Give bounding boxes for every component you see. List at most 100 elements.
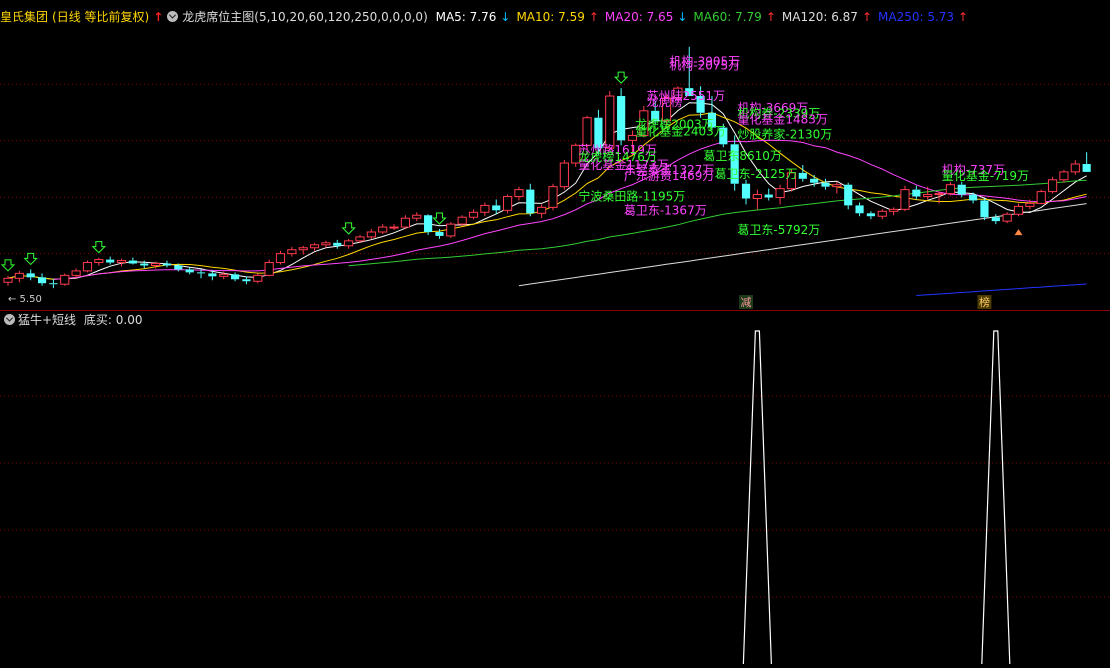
- candle-body: [1002, 213, 1012, 222]
- stock-name[interactable]: 皇氏集团: [0, 10, 48, 24]
- ma-legend-item: MA60: 7.79: [693, 10, 762, 24]
- candle-body: [321, 242, 331, 246]
- candle: [866, 211, 876, 220]
- candle: [502, 194, 513, 214]
- candle-body: [162, 263, 172, 266]
- ma-trend-arrow-icon: ↑: [588, 10, 599, 24]
- candle: [457, 215, 467, 227]
- main-chart-header: 皇氏集团 (日线 等比前复权) ↑ 龙虎席位主图(5,10,20,60,120,250…: [0, 7, 1110, 27]
- candle: [548, 183, 558, 211]
- candle: [1002, 212, 1012, 224]
- candle-body: [559, 162, 569, 188]
- candle-body: [526, 189, 535, 214]
- candle: [287, 246, 297, 257]
- sub-indicator-value: 底买: 0.00: [83, 313, 143, 327]
- candle: [855, 202, 864, 217]
- event-badge: 榜: [979, 295, 990, 309]
- candle: [945, 181, 955, 196]
- candle-body: [298, 247, 308, 251]
- candle-body: [810, 178, 819, 183]
- candle-body: [185, 269, 194, 273]
- candle: [389, 224, 399, 231]
- candle: [1047, 176, 1058, 194]
- candle: [162, 260, 172, 268]
- candle: [900, 185, 910, 212]
- candle: [980, 198, 989, 221]
- candle-body: [94, 259, 104, 264]
- ma-legend-item: MA20: 7.65: [604, 10, 674, 24]
- candle-body: [617, 96, 626, 141]
- candle: [526, 183, 535, 217]
- candle-body: [934, 193, 944, 196]
- candle-body: [287, 249, 297, 255]
- candle: [912, 185, 921, 200]
- longhu-annotation: 葛卫东-5792万: [737, 223, 820, 237]
- candle: [128, 257, 137, 265]
- candle-body: [468, 211, 479, 218]
- indicator-title[interactable]: 龙虎席位主图(5,10,20,60,120,250,0,0,0,0): [182, 10, 428, 24]
- buy-arrow-icon: [432, 212, 447, 225]
- candle-body: [333, 242, 342, 246]
- candle-body: [752, 194, 762, 199]
- candle-body: [957, 184, 966, 195]
- longhu-annotation: 葛卫东-1367万: [624, 203, 707, 217]
- sub-chart-panel[interactable]: [0, 329, 1110, 665]
- candle: [230, 272, 240, 282]
- sub-indicator-dropdown-icon[interactable]: [4, 314, 15, 325]
- ma-legend-item: MA5: 7.76: [435, 10, 497, 24]
- longhu-annotation: 葛卫东-2125万: [715, 167, 798, 181]
- ma-trend-arrow-icon: ↓: [500, 10, 511, 24]
- buy-arrow-icon: [0, 259, 16, 272]
- signal-spike: [981, 330, 1011, 665]
- candle-body: [832, 184, 842, 188]
- candle: [26, 269, 35, 281]
- candle: [877, 209, 887, 220]
- candle-body: [275, 253, 286, 264]
- candle-body: [969, 194, 978, 201]
- event-triangle-icon: [1014, 229, 1023, 236]
- main-chart-panel[interactable]: ← 5.50 苏州陆2551万 龙虎榜 机构-3905万 机构-2075万 龙虎榜2003…: [0, 28, 1110, 310]
- ma-trend-arrow-icon: ↑: [861, 10, 872, 24]
- candle-body: [889, 208, 899, 212]
- candle: [559, 160, 569, 190]
- candle: [185, 267, 194, 275]
- candle: [1070, 160, 1080, 175]
- indicator-dropdown-icon[interactable]: [167, 11, 179, 22]
- candle-body: [378, 226, 388, 233]
- ma5-line: [7, 102, 1087, 280]
- candle-body: [1082, 164, 1091, 172]
- buy-arrow-icon: [23, 252, 38, 266]
- candle-body: [116, 260, 127, 264]
- candle: [1013, 203, 1024, 217]
- candle-body: [912, 189, 921, 197]
- candle-body: [991, 217, 1000, 222]
- period-tab-bar[interactable]: 分时 1分钟 5分钟 15分钟 30分钟 60分钟 日线 周线 月线 45分钟 …: [0, 0, 1110, 6]
- candle-body: [764, 194, 773, 198]
- candle: [49, 279, 58, 289]
- candle-body: [582, 117, 592, 146]
- candle-body: [900, 189, 910, 210]
- candle: [752, 189, 762, 210]
- ma-legend-item: MA250: 5.73: [878, 10, 955, 24]
- period-label: (日线 等比前复权): [52, 10, 150, 24]
- candle: [378, 224, 388, 234]
- candle-body: [37, 277, 47, 284]
- candle-body: [775, 188, 785, 199]
- candle: [196, 269, 206, 279]
- candle-body: [253, 274, 263, 282]
- candle-body: [1070, 163, 1080, 173]
- candle: [309, 242, 320, 251]
- ma20-line: [53, 139, 1087, 280]
- candle: [617, 88, 626, 146]
- candle-body: [480, 204, 490, 213]
- candle-body: [446, 223, 456, 237]
- candle: [1082, 152, 1091, 172]
- candle-body: [60, 274, 70, 285]
- event-badge: 减: [741, 296, 752, 309]
- candle: [480, 202, 490, 217]
- candle: [764, 188, 773, 201]
- candle: [60, 273, 70, 286]
- candle-body: [230, 274, 240, 280]
- candle-body: [128, 260, 137, 264]
- sub-indicator-title[interactable]: 猛牛+短线: [18, 313, 76, 327]
